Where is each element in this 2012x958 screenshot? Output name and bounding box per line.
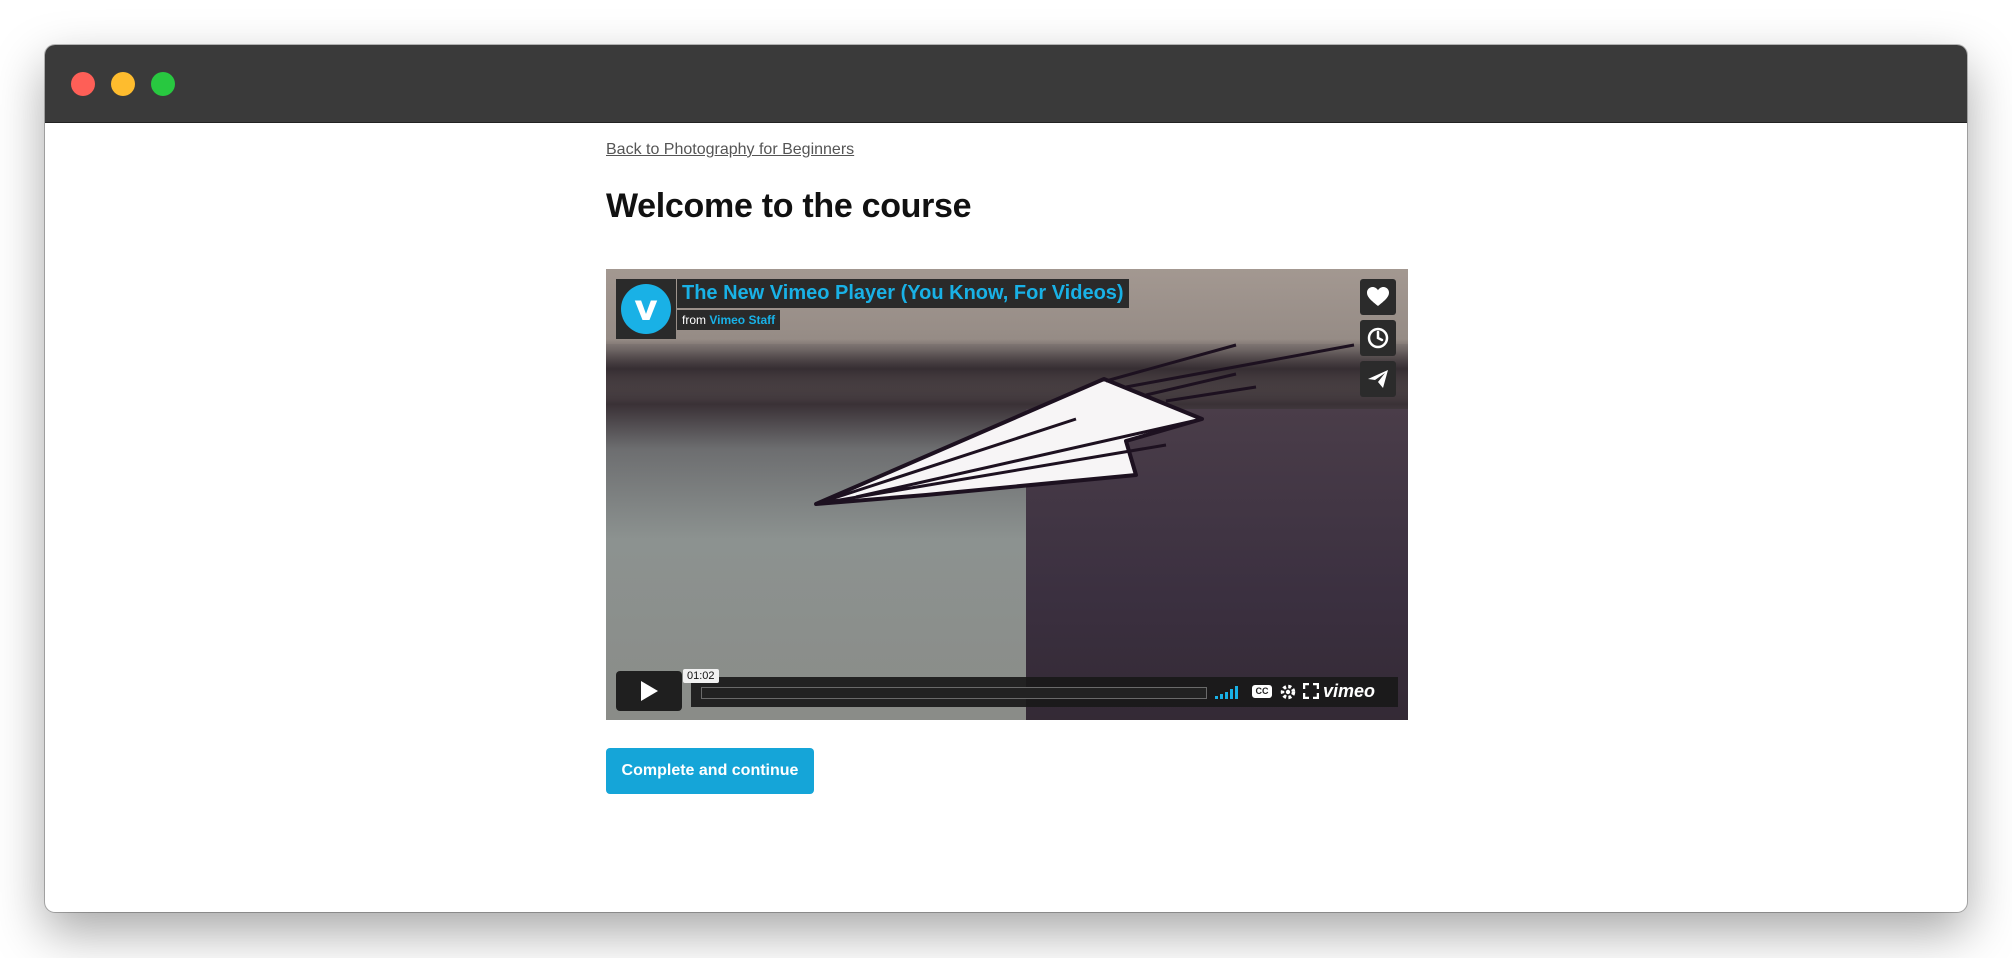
vimeo-avatar[interactable]: v	[616, 279, 676, 339]
watch-later-button[interactable]	[1360, 320, 1396, 356]
heart-icon	[1367, 287, 1389, 306]
back-to-course-link[interactable]: Back to Photography for Beginners	[606, 141, 854, 159]
minimize-window-button[interactable]	[111, 72, 135, 96]
complete-and-continue-button[interactable]: Complete and continue	[606, 748, 814, 794]
zoom-window-button[interactable]	[151, 72, 175, 96]
paper-plane-icon	[1368, 370, 1388, 388]
page-content: Back to Photography for Beginners Welcom…	[45, 123, 1967, 912]
progress-bar[interactable]	[701, 687, 1207, 699]
player-control-bar: CC vimeo	[691, 677, 1398, 707]
close-window-button[interactable]	[71, 72, 95, 96]
fullscreen-icon[interactable]	[1303, 683, 1319, 699]
like-button[interactable]	[1360, 279, 1396, 315]
video-byline: from Vimeo Staff	[677, 310, 781, 330]
video-title-link[interactable]: The New Vimeo Player (You Know, For Vide…	[677, 279, 1129, 308]
window-titlebar	[45, 45, 1967, 123]
captions-button[interactable]: CC	[1252, 685, 1272, 698]
video-player[interactable]: v The New Vimeo Player (You Know, For Vi…	[606, 269, 1408, 720]
volume-icon[interactable]	[1215, 686, 1241, 699]
byline-prefix: from	[682, 313, 706, 327]
play-icon	[641, 681, 658, 701]
clock-icon	[1367, 327, 1389, 349]
page-title: Welcome to the course	[606, 187, 972, 225]
share-button[interactable]	[1360, 361, 1396, 397]
vimeo-v-icon: v	[621, 284, 671, 334]
paper-plane-illustration	[814, 343, 1355, 506]
vimeo-logo[interactable]: vimeo	[1323, 681, 1375, 702]
browser-window: Back to Photography for Beginners Welcom…	[45, 45, 1967, 912]
duration-label: 01:02	[683, 669, 719, 683]
play-button[interactable]	[616, 671, 682, 711]
gear-icon[interactable]	[1279, 683, 1297, 701]
video-author-link[interactable]: Vimeo Staff	[709, 313, 775, 327]
